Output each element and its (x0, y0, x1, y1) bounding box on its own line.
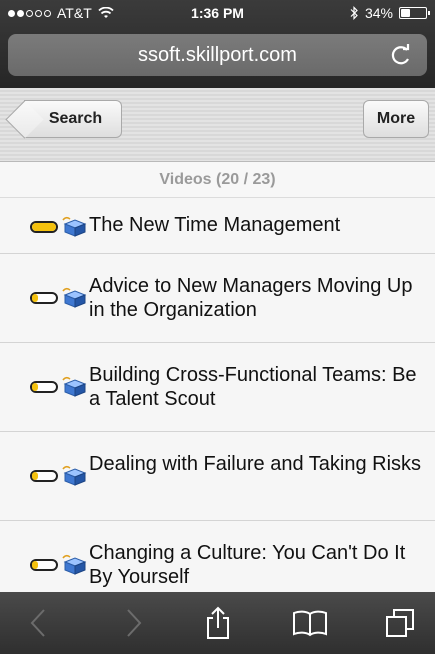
video-icon (62, 287, 87, 308)
url-text: ssoft.skillport.com (138, 43, 297, 66)
video-title: Advice to New Managers Moving Up in the … (89, 275, 413, 321)
list-item[interactable]: Dealing with Failure and Taking Risks (0, 432, 435, 521)
battery-icon (399, 7, 430, 19)
progress-indicator (30, 292, 58, 304)
video-title: Changing a Culture: You Can't Do It By Y… (89, 542, 406, 588)
tabs-icon[interactable] (382, 606, 418, 640)
progress-fill (32, 561, 38, 569)
bluetooth-icon (350, 6, 358, 20)
list-header: Videos (20 / 23) (0, 162, 435, 198)
browser-toolbar (0, 592, 435, 654)
battery-area: 34% (350, 5, 430, 21)
bookmarks-icon[interactable] (292, 606, 328, 640)
forward-icon[interactable] (116, 606, 152, 640)
browser-chrome: AT&T 1:36 PM 34% ssoft.skillport.com (0, 0, 435, 88)
video-icon (62, 465, 87, 486)
list-item[interactable]: Advice to New Managers Moving Up in the … (0, 254, 435, 343)
progress-fill (32, 472, 38, 480)
video-title: Building Cross-Functional Teams: Be a Ta… (89, 364, 417, 410)
back-icon[interactable] (20, 606, 56, 640)
back-search-button[interactable]: Search (5, 100, 122, 139)
progress-fill (32, 223, 56, 231)
status-bar: AT&T 1:36 PM 34% (0, 0, 435, 26)
battery-level (401, 9, 410, 17)
video-list: The New Time Management Advice to New Man… (0, 198, 435, 610)
reload-icon[interactable] (389, 43, 413, 67)
navigation-bar: Search More (0, 88, 435, 162)
back-button-label: Search (48, 110, 103, 127)
back-button-arrow (5, 100, 44, 139)
video-icon (62, 216, 87, 237)
progress-indicator (30, 559, 58, 571)
progress-fill (32, 294, 38, 302)
share-icon[interactable] (200, 606, 236, 640)
video-icon (62, 554, 87, 575)
video-icon (62, 376, 87, 397)
battery-percent: 34% (364, 5, 393, 21)
address-bar[interactable]: ssoft.skillport.com (8, 34, 427, 76)
progress-indicator (30, 381, 58, 393)
video-title: Dealing with Failure and Taking Risks (89, 453, 422, 475)
progress-indicator (30, 470, 58, 482)
video-title: The New Time Management (89, 214, 341, 236)
progress-indicator (30, 221, 58, 233)
more-button[interactable]: More (363, 100, 429, 138)
list-item[interactable]: Building Cross-Functional Teams: Be a Ta… (0, 343, 435, 432)
list-item[interactable]: The New Time Management (0, 198, 435, 254)
progress-fill (32, 383, 38, 391)
